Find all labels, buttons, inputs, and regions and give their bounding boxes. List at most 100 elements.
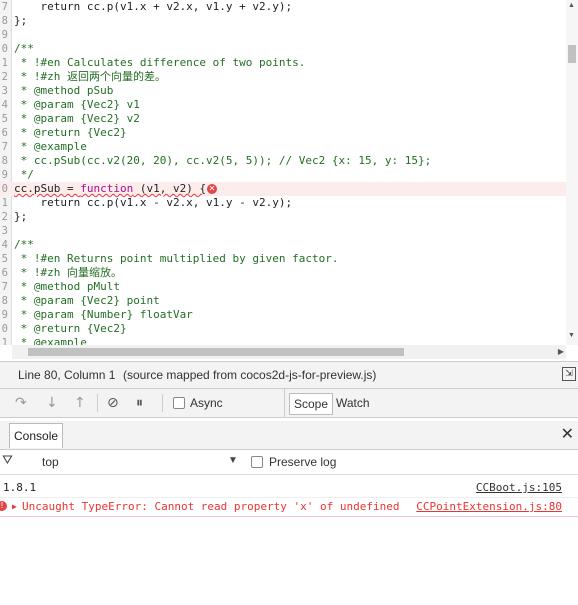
context-selector[interactable]: top [42, 455, 59, 469]
code-text: * @param {Vec2} v1 [14, 98, 140, 111]
preserve-log-label: Preserve log [269, 455, 337, 469]
code-text: * @param {Vec2} point [14, 294, 160, 307]
code-line[interactable]: 9 */ [0, 168, 566, 182]
code-line[interactable]: 6 * !#zh 向量缩放。 [0, 266, 566, 280]
code-text: * cc.pSub(cc.v2(20, 20), cc.v2(5, 5)); /… [14, 154, 432, 167]
line-number[interactable]: 9 [0, 28, 8, 42]
vertical-scroll-thumb[interactable] [568, 45, 576, 63]
code-text: * @method pMult [14, 280, 120, 293]
code-text: * @example [14, 140, 87, 153]
scroll-down-arrow-icon[interactable]: ▼ [568, 332, 575, 339]
error-source-link[interactable]: CCPointExtension.js:80 [416, 497, 562, 516]
step-out-icon[interactable]: ↑ [74, 395, 86, 411]
scroll-right-arrow-icon[interactable]: ▶ [558, 347, 564, 356]
line-number[interactable]: 9 [0, 168, 8, 182]
line-number[interactable]: 8 [0, 294, 8, 308]
pause-on-exceptions-icon[interactable]: ⏸ [136, 395, 143, 411]
line-number[interactable]: 2 [0, 210, 8, 224]
code-line[interactable]: 4 /** [0, 238, 566, 252]
code-keyword: function [80, 182, 134, 195]
close-icon[interactable]: ✕ [561, 424, 574, 443]
scroll-up-arrow-icon[interactable]: ▲ [568, 2, 575, 9]
code-text: * @return {Vec2} [14, 322, 127, 335]
code-text: */ [14, 168, 34, 181]
code-line-error[interactable]: 0 ✕ cc.pSub = function (v1, v2) { [0, 182, 566, 196]
log-source-link[interactable]: CCBoot.js:105 [476, 478, 562, 497]
line-number[interactable]: 1 [0, 196, 8, 210]
code-editor[interactable]: 7 return cc.p(v1.x + v2.x, v1.y + v2.y);… [0, 0, 578, 345]
line-number[interactable]: 1 [0, 336, 8, 345]
error-squiggle: cc.pSub = function (v1, v2) { [14, 182, 206, 195]
tab-scope[interactable]: Scope [289, 393, 334, 415]
line-number[interactable]: 5 [0, 252, 8, 266]
line-number[interactable]: 8 [0, 14, 8, 28]
code-line[interactable]: 5 * !#en Returns point multiplied by giv… [0, 252, 566, 266]
code-line[interactable]: 9 * @param {Number} floatVar [0, 308, 566, 322]
tab-watch[interactable]: Watch [332, 393, 374, 413]
code-text: * !#en Returns point multiplied by given… [14, 252, 339, 265]
line-number[interactable]: 7 [0, 140, 8, 154]
line-number[interactable]: 3 [0, 84, 8, 98]
code-line[interactable]: 9 [0, 28, 566, 42]
code-line[interactable]: 7 return cc.p(v1.x + v2.x, v1.y + v2.y); [0, 0, 566, 14]
cursor-position: Line 80, Column 1 [18, 368, 116, 382]
code-line[interactable]: 3 * @method pSub [0, 84, 566, 98]
line-number[interactable]: 6 [0, 266, 8, 280]
code-line[interactable]: 1 * @example [0, 336, 566, 345]
deactivate-breakpoints-icon[interactable]: ⊘ [107, 395, 119, 411]
line-number[interactable]: 7 [0, 0, 8, 14]
vertical-scrollbar[interactable]: ▲ ▼ [566, 0, 578, 345]
code-line[interactable]: 8}; [0, 14, 566, 28]
code-text: /** [14, 42, 34, 55]
code-text: return cc.p(v1.x - v2.x, v1.y - v2.y); [14, 196, 293, 209]
code-line[interactable]: 3 [0, 224, 566, 238]
code-text: * @return {Vec2} [14, 126, 127, 139]
code-line[interactable]: 7 * @example [0, 140, 566, 154]
line-number[interactable]: 7 [0, 280, 8, 294]
source-map-info[interactable]: (source mapped from cocos2d-js-for-previ… [123, 362, 376, 388]
step-over-icon[interactable]: ↷ [15, 395, 27, 411]
line-number[interactable]: 0 [0, 42, 8, 56]
chevron-down-icon[interactable]: ▼ [228, 455, 238, 466]
line-number[interactable]: 4 [0, 98, 8, 112]
code-line[interactable]: 2}; [0, 210, 566, 224]
error-marker-icon[interactable]: ✕ [207, 184, 217, 194]
toggle-drawer-icon[interactable]: ⇲ [562, 367, 576, 381]
error-text: Uncaught TypeError: Cannot read property… [22, 500, 400, 513]
sidebar-pane-tabs: Scope Watch [284, 389, 578, 417]
line-number[interactable]: 6 [0, 126, 8, 140]
code-line[interactable]: 5 * @param {Vec2} v2 [0, 112, 566, 126]
code-line[interactable]: 0 * @return {Vec2} [0, 322, 566, 336]
code-line[interactable]: 0 /** [0, 42, 566, 56]
log-text: 1.8.1 [3, 481, 37, 494]
line-number[interactable]: 3 [0, 224, 8, 238]
console-message-error[interactable]: ! ▶ Uncaught TypeError: Cannot read prop… [0, 497, 578, 517]
line-number[interactable]: 5 [0, 112, 8, 126]
line-number[interactable]: 4 [0, 238, 8, 252]
tab-console[interactable]: Console [9, 423, 64, 448]
expand-triangle-icon[interactable]: ▶ [12, 497, 17, 516]
code-line[interactable]: 7 * @method pMult [0, 280, 566, 294]
line-number[interactable]: 9 [0, 308, 8, 322]
code-line[interactable]: 6 * @return {Vec2} [0, 126, 566, 140]
code-fragment: cc.pSub = [14, 182, 81, 195]
line-number[interactable]: 0 [0, 322, 8, 336]
code-line[interactable]: 4 * @param {Vec2} v1 [0, 98, 566, 112]
code-line[interactable]: 8 * cc.pSub(cc.v2(20, 20), cc.v2(5, 5));… [0, 154, 566, 168]
line-number[interactable]: 8 [0, 154, 8, 168]
horizontal-scroll-thumb[interactable] [28, 348, 404, 356]
code-line[interactable]: 2 * !#zh 返回两个向量的差。 [0, 70, 566, 84]
line-number[interactable]: 1 [0, 56, 8, 70]
horizontal-scrollbar[interactable]: ▶ [12, 345, 566, 359]
step-into-icon[interactable]: ↓ [46, 395, 58, 411]
code-line[interactable]: 1 * !#en Calculates difference of two po… [0, 56, 566, 70]
code-line[interactable]: 8 * @param {Vec2} point [0, 294, 566, 308]
filter-icon[interactable]: ⛛ [2, 453, 13, 468]
code-text: * @param {Vec2} v2 [14, 112, 140, 125]
line-number[interactable]: 2 [0, 70, 8, 84]
line-number[interactable]: 0 [0, 182, 8, 196]
async-checkbox[interactable] [173, 397, 185, 409]
preserve-log-checkbox[interactable] [251, 456, 263, 468]
code-line[interactable]: 1 return cc.p(v1.x - v2.x, v1.y - v2.y); [0, 196, 566, 210]
toolbar-divider [162, 394, 163, 412]
